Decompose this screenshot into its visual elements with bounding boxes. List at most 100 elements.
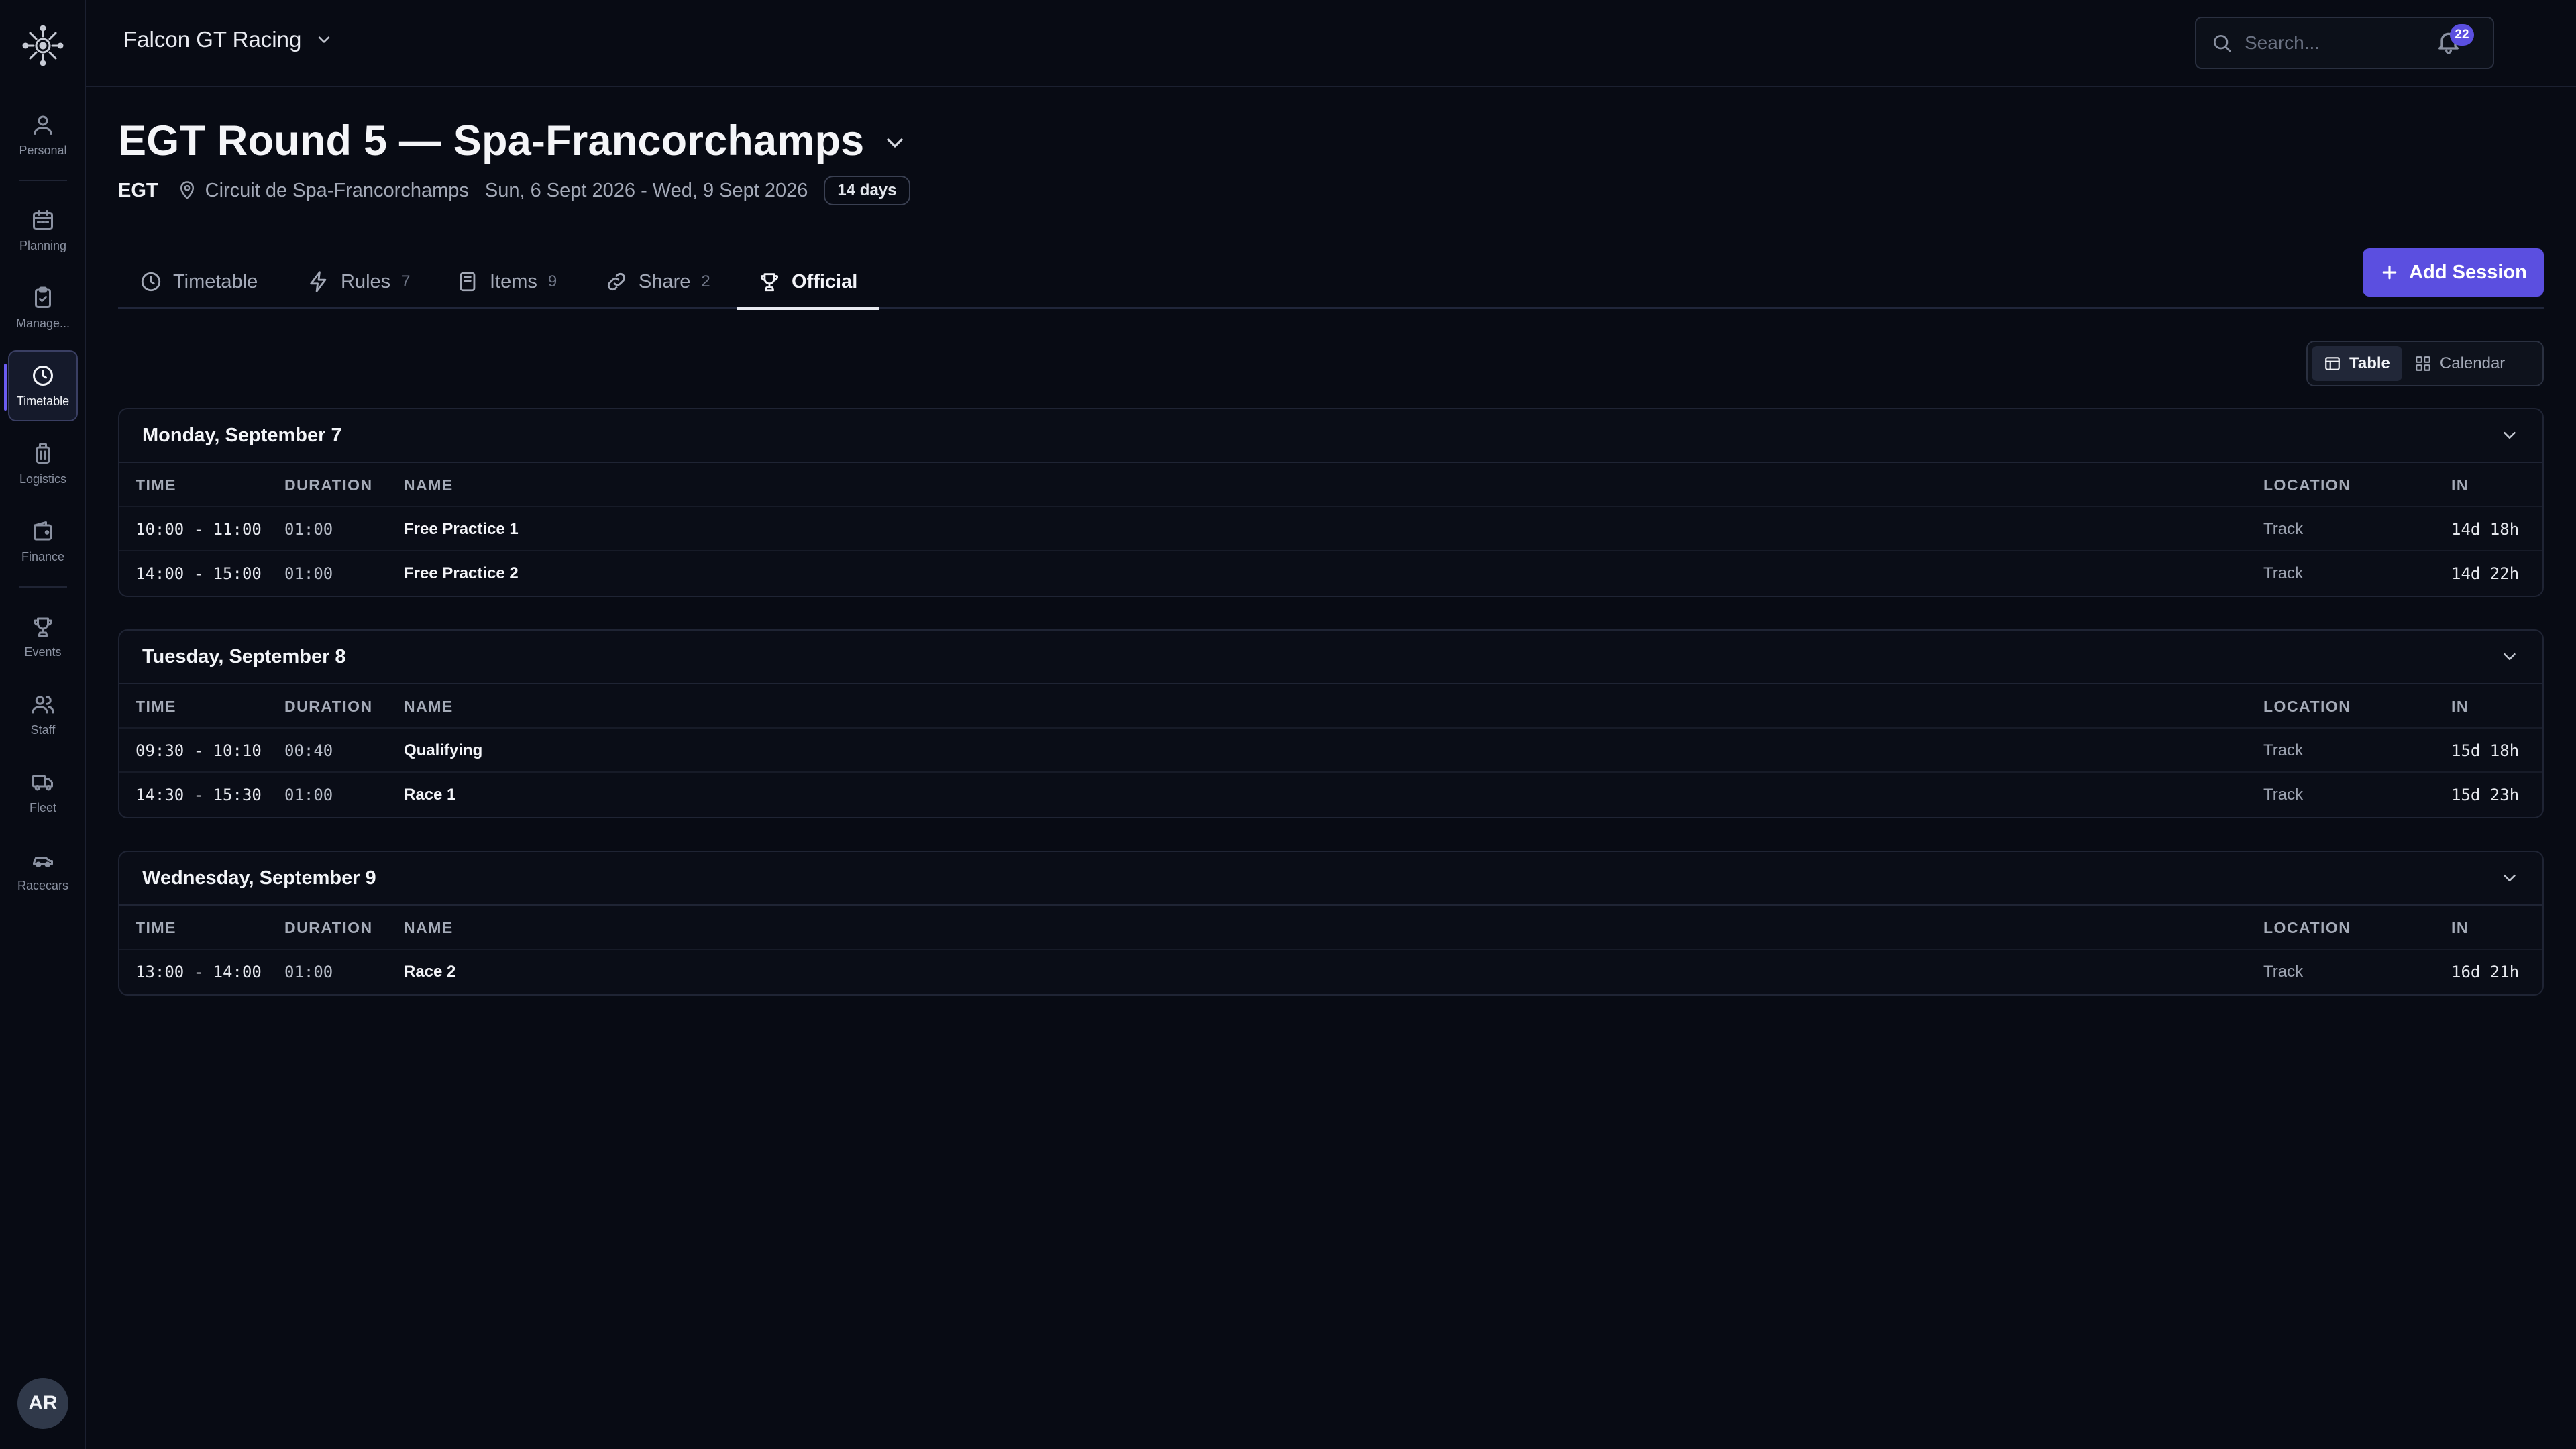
table-row[interactable]: 09:30 - 10:10 00:40 Qualifying Track 15d… bbox=[119, 729, 2542, 773]
org-name: Falcon GT Racing bbox=[123, 27, 302, 52]
sidebar-item-personal[interactable]: Personal bbox=[8, 99, 78, 170]
sidebar-item-staff[interactable]: Staff bbox=[8, 679, 78, 750]
column-header-in[interactable]: IN bbox=[2451, 684, 2469, 729]
add-session-button[interactable]: Add Session bbox=[2363, 248, 2544, 297]
truck-icon bbox=[32, 775, 53, 790]
trophy-icon bbox=[34, 617, 52, 637]
org-switcher[interactable]: Falcon GT Racing bbox=[123, 27, 333, 52]
event-title-row[interactable]: EGT Round 5 — Spa-Francorchamps bbox=[118, 117, 908, 165]
sidebar-divider bbox=[19, 586, 67, 588]
chevron-down-icon[interactable] bbox=[2500, 425, 2520, 445]
day-title: Monday, September 7 bbox=[142, 424, 342, 446]
notification-count-badge: 22 bbox=[2450, 24, 2474, 46]
sidebar-item-label: Personal bbox=[19, 143, 67, 157]
column-header-location[interactable]: LOCATION bbox=[2263, 463, 2351, 507]
table-row[interactable]: 14:00 - 15:00 01:00 Free Practice 2 Trac… bbox=[119, 551, 2542, 596]
tab-label: Share bbox=[639, 270, 691, 292]
session-time: 14:30 - 15:30 bbox=[136, 786, 262, 804]
column-header-duration[interactable]: DURATION bbox=[284, 463, 373, 507]
column-header-name[interactable]: NAME bbox=[404, 684, 453, 729]
tab-items[interactable]: Items 9 bbox=[435, 255, 578, 309]
session-name: Race 2 bbox=[404, 963, 456, 981]
avatar[interactable]: AR bbox=[17, 1378, 68, 1429]
session-name: Free Practice 1 bbox=[404, 520, 519, 538]
sidebar: Personal Planning Manage... Timetable Lo… bbox=[0, 0, 86, 1449]
sidebar-item-label: Timetable bbox=[16, 394, 70, 408]
app-logo-icon[interactable] bbox=[21, 24, 64, 67]
view-toggle: Table Calendar bbox=[2306, 341, 2544, 386]
chevron-down-icon bbox=[319, 36, 330, 43]
clock-icon bbox=[141, 272, 161, 292]
tab-official[interactable]: Official bbox=[737, 255, 879, 310]
session-duration: 01:00 bbox=[284, 520, 333, 539]
column-header-duration[interactable]: DURATION bbox=[284, 684, 373, 729]
tab-label: Timetable bbox=[173, 270, 258, 292]
session-location: Track bbox=[2263, 564, 2304, 582]
column-header-name[interactable]: NAME bbox=[404, 906, 453, 950]
grid-icon bbox=[2416, 356, 2430, 371]
session-location: Track bbox=[2263, 963, 2304, 981]
sidebar-item-label: Logistics bbox=[19, 472, 67, 486]
day-header[interactable]: Wednesday, September 9 bbox=[119, 852, 2542, 906]
column-header-in[interactable]: IN bbox=[2451, 463, 2469, 507]
user-icon bbox=[34, 115, 52, 135]
sidebar-item-logistics[interactable]: Logistics bbox=[8, 428, 78, 499]
session-name: Free Practice 2 bbox=[404, 564, 519, 582]
users-icon bbox=[32, 695, 54, 713]
session-time: 13:00 - 14:00 bbox=[136, 963, 262, 981]
view-calendar-button[interactable]: Calendar bbox=[2402, 346, 2517, 381]
tab-rules[interactable]: Rules 7 bbox=[286, 255, 432, 309]
sidebar-item-manage[interactable]: Manage... bbox=[8, 272, 78, 343]
sidebar-item-fleet[interactable]: Fleet bbox=[8, 757, 78, 828]
column-header-time[interactable]: TIME bbox=[136, 463, 176, 507]
day-header[interactable]: Monday, September 7 bbox=[119, 409, 2542, 463]
sidebar-item-timetable[interactable]: Timetable bbox=[4, 350, 78, 421]
chevron-down-icon[interactable] bbox=[881, 129, 908, 156]
table-row[interactable]: 10:00 - 11:00 01:00 Free Practice 1 Trac… bbox=[119, 507, 2542, 551]
table-row[interactable]: 13:00 - 14:00 01:00 Race 2 Track 16d 21h bbox=[119, 950, 2542, 994]
day-title: Wednesday, September 9 bbox=[142, 867, 376, 889]
session-duration: 01:00 bbox=[284, 963, 333, 981]
countdown-badge: 14 days bbox=[824, 176, 910, 205]
day-header[interactable]: Tuesday, September 8 bbox=[119, 631, 2542, 684]
session-name: Race 1 bbox=[404, 786, 456, 804]
column-header-time[interactable]: TIME bbox=[136, 684, 176, 729]
book-icon bbox=[460, 272, 476, 292]
clock-icon bbox=[33, 365, 53, 386]
table-header-row: TIME DURATION NAME LOCATION IN bbox=[119, 684, 2542, 729]
column-header-location[interactable]: LOCATION bbox=[2263, 906, 2351, 950]
sidebar-item-finance[interactable]: Finance bbox=[8, 506, 78, 577]
tab-label: Official bbox=[792, 270, 858, 292]
session-duration: 00:40 bbox=[284, 741, 333, 760]
session-time: 10:00 - 11:00 bbox=[136, 520, 262, 539]
sidebar-item-label: Planning bbox=[19, 238, 67, 252]
column-header-location[interactable]: LOCATION bbox=[2263, 684, 2351, 729]
column-header-time[interactable]: TIME bbox=[136, 906, 176, 950]
sidebar-item-label: Staff bbox=[30, 722, 56, 737]
session-name: Qualifying bbox=[404, 741, 483, 759]
table-header-row: TIME DURATION NAME LOCATION IN bbox=[119, 906, 2542, 950]
sidebar-divider bbox=[19, 180, 67, 181]
chevron-down-icon[interactable] bbox=[2500, 647, 2520, 667]
chevron-down-icon[interactable] bbox=[2500, 868, 2520, 888]
tab-share[interactable]: Share 2 bbox=[584, 255, 732, 309]
column-header-name[interactable]: NAME bbox=[404, 463, 453, 507]
plus-icon bbox=[2382, 265, 2397, 280]
link-icon bbox=[607, 272, 626, 291]
sidebar-item-planning[interactable]: Planning bbox=[8, 195, 78, 266]
session-countdown: 15d 23h bbox=[2451, 786, 2520, 804]
sidebar-item-label: Manage... bbox=[15, 316, 70, 330]
session-duration: 01:00 bbox=[284, 786, 333, 804]
view-table-button[interactable]: Table bbox=[2312, 346, 2402, 381]
column-header-in[interactable]: IN bbox=[2451, 906, 2469, 950]
session-countdown: 14d 18h bbox=[2451, 520, 2520, 539]
wallet-icon bbox=[34, 521, 52, 540]
column-header-duration[interactable]: DURATION bbox=[284, 906, 373, 950]
event-tabs: Timetable Rules 7 Items 9 Share 2 Offici… bbox=[118, 255, 2544, 310]
tab-timetable[interactable]: Timetable bbox=[118, 255, 279, 309]
event-meta: EGT Circuit de Spa-Francorchamps Sun, 6 … bbox=[118, 176, 910, 205]
day-title: Tuesday, September 8 bbox=[142, 645, 346, 667]
sidebar-item-racecars[interactable]: Racecars bbox=[8, 835, 78, 906]
table-row[interactable]: 14:30 - 15:30 01:00 Race 1 Track 15d 23h bbox=[119, 773, 2542, 817]
sidebar-item-events[interactable]: Events bbox=[8, 601, 78, 672]
